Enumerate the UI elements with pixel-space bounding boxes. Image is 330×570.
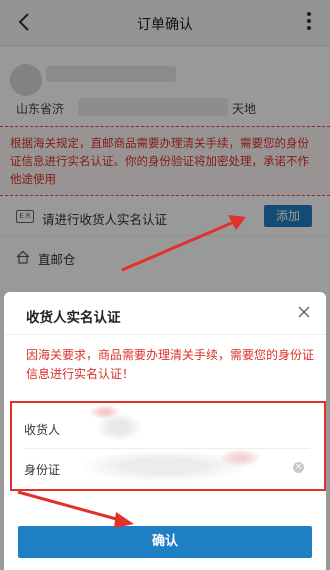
- sheet-title: 收货人实名认证: [26, 310, 121, 326]
- confirm-button[interactable]: 确认: [18, 526, 312, 558]
- id-card-label: 身份证: [24, 463, 61, 477]
- receiver-label: 收货人: [24, 423, 61, 437]
- id-card-field-row: 身份证 ×: [24, 449, 310, 489]
- sheet-warning-message: 因海关要求，商品需要办理清关手续，需要您的身份证信息进行实名认证！: [26, 348, 315, 381]
- close-icon[interactable]: [296, 304, 312, 320]
- receiver-field-row: 收货人: [24, 405, 310, 449]
- receiver-input[interactable]: [94, 415, 284, 441]
- divider: [4, 334, 326, 335]
- clear-icon[interactable]: ×: [293, 462, 304, 473]
- form-highlight-box: 收货人 身份证 ×: [10, 401, 326, 491]
- id-card-input[interactable]: [94, 455, 284, 481]
